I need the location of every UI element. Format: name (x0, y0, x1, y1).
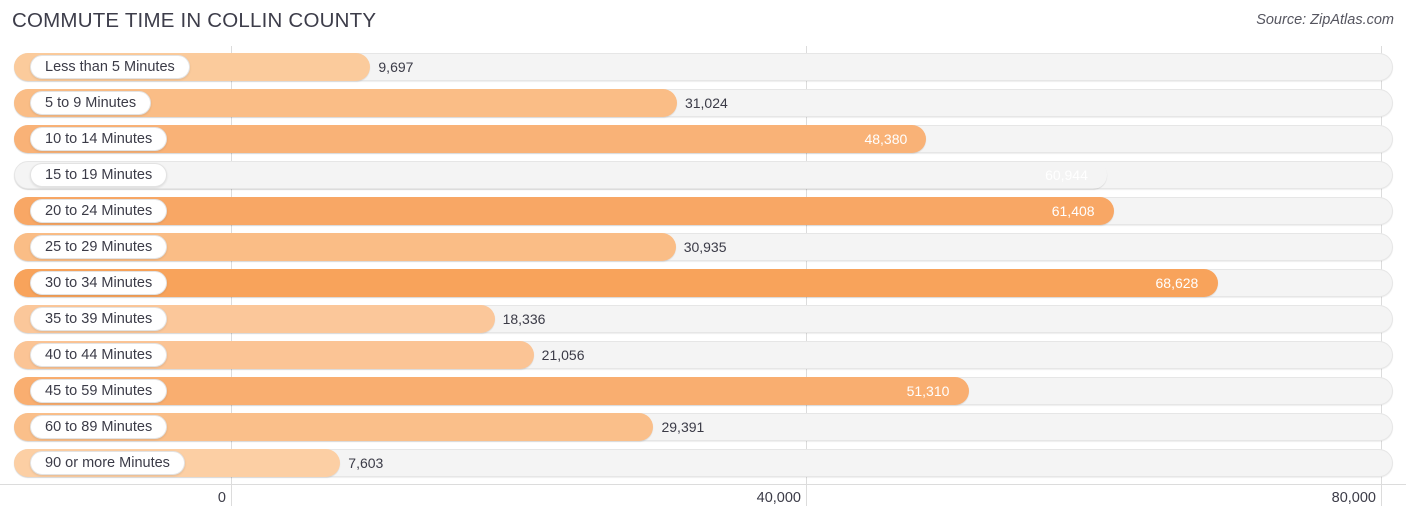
bar-category-label: Less than 5 Minutes (45, 58, 175, 75)
bar-category-pill[interactable]: 90 or more Minutes (30, 451, 185, 475)
bar-row[interactable]: 25 to 29 Minutes 30,935 (14, 233, 1393, 261)
source-attribution: Source: ZipAtlas.com (1256, 12, 1394, 28)
bar-value-label: 30,935 (683, 239, 727, 255)
bar-value-label: 61,408 (1051, 203, 1095, 219)
bar-category-pill[interactable]: 10 to 14 Minutes (30, 127, 168, 151)
bar-category-label: 35 to 39 Minutes (45, 310, 153, 327)
bar-category-pill[interactable]: Less than 5 Minutes (30, 55, 190, 79)
axis-tick-label: 80,000 (1331, 490, 1376, 506)
bar-row[interactable]: 20 to 24 Minutes 61,408 (14, 197, 1393, 225)
bar-row[interactable]: 30 to 34 Minutes 68,628 (14, 269, 1393, 297)
bar-value-label: 29,391 (661, 419, 705, 435)
bar-value-label: 21,056 (541, 347, 585, 363)
bar-category-label: 45 to 59 Minutes (45, 382, 153, 399)
bar-category-pill[interactable]: 15 to 19 Minutes (30, 163, 168, 187)
bar-value-label: 48,380 (864, 131, 908, 147)
bar-row[interactable]: 35 to 39 Minutes 18,336 (14, 305, 1393, 333)
bar-category-label: 20 to 24 Minutes (45, 202, 153, 219)
bar-category-pill[interactable]: 20 to 24 Minutes (30, 199, 168, 223)
bar-category-pill[interactable]: 45 to 59 Minutes (30, 379, 168, 403)
bar-row[interactable]: 45 to 59 Minutes 51,310 (14, 377, 1393, 405)
bar-fill[interactable] (14, 197, 1114, 225)
bar-category-label: 60 to 89 Minutes (45, 418, 153, 435)
bar-category-label: 30 to 34 Minutes (45, 274, 153, 291)
bar-category-pill[interactable]: 25 to 29 Minutes (30, 235, 168, 259)
bar-category-pill[interactable]: 40 to 44 Minutes (30, 343, 168, 367)
bar-category-pill[interactable]: 35 to 39 Minutes (30, 307, 168, 331)
axis-tick-label: 40,000 (756, 490, 801, 506)
chart-plot-area: Less than 5 Minutes 9,697 5 to 9 Minutes 31… (0, 46, 1406, 484)
bar-row[interactable]: 10 to 14 Minutes 48,380 (14, 125, 1393, 153)
bar-fill[interactable] (14, 161, 1107, 189)
axis-tick-mark (1381, 484, 1382, 506)
bar-value-label: 60,944 (1045, 167, 1088, 183)
axis-tick-mark (806, 484, 807, 506)
bar-value-label: 7,603 (348, 455, 384, 471)
bar-value-label: 9,697 (378, 59, 414, 75)
bar-row[interactable]: 5 to 9 Minutes 31,024 (14, 89, 1393, 117)
bar-row[interactable]: 90 or more Minutes 7,603 (14, 449, 1393, 477)
bar-category-pill[interactable]: 30 to 34 Minutes (30, 271, 168, 295)
bar-rows: Less than 5 Minutes 9,697 5 to 9 Minutes 31… (0, 46, 1406, 484)
bar-value-label: 18,336 (502, 311, 546, 327)
bar-category-label: 25 to 29 Minutes (45, 238, 153, 255)
chart-header: COMMUTE TIME IN COLLIN COUNTY Source: Zi… (0, 0, 1406, 46)
axis-tick-mark (231, 484, 232, 506)
bar-category-label: 5 to 9 Minutes (45, 94, 137, 111)
bar-category-pill[interactable]: 5 to 9 Minutes (30, 91, 152, 115)
bar-row[interactable]: 60 to 89 Minutes 29,391 (14, 413, 1393, 441)
bar-category-label: 40 to 44 Minutes (45, 346, 153, 363)
bar-category-label: 90 or more Minutes (45, 454, 170, 471)
bar-category-label: 15 to 19 Minutes (45, 166, 153, 183)
axis-tick-label: 0 (217, 490, 226, 506)
bar-value-label: 68,628 (1155, 275, 1199, 291)
bar-row[interactable]: 15 to 19 Minutes 60,944 (14, 161, 1393, 189)
bar-value-label: 31,024 (684, 95, 728, 111)
x-axis: 0 40,000 80,000 (0, 484, 1406, 522)
axis-rule (0, 484, 1406, 485)
bar-row[interactable]: Less than 5 Minutes 9,697 (14, 53, 1393, 81)
page-title: COMMUTE TIME IN COLLIN COUNTY (12, 9, 377, 32)
bar-category-label: 10 to 14 Minutes (45, 130, 153, 147)
bar-category-pill[interactable]: 60 to 89 Minutes (30, 415, 168, 439)
bar-fill[interactable] (14, 269, 1218, 297)
bar-value-label: 51,310 (906, 383, 950, 399)
bar-row[interactable]: 40 to 44 Minutes 21,056 (14, 341, 1393, 369)
